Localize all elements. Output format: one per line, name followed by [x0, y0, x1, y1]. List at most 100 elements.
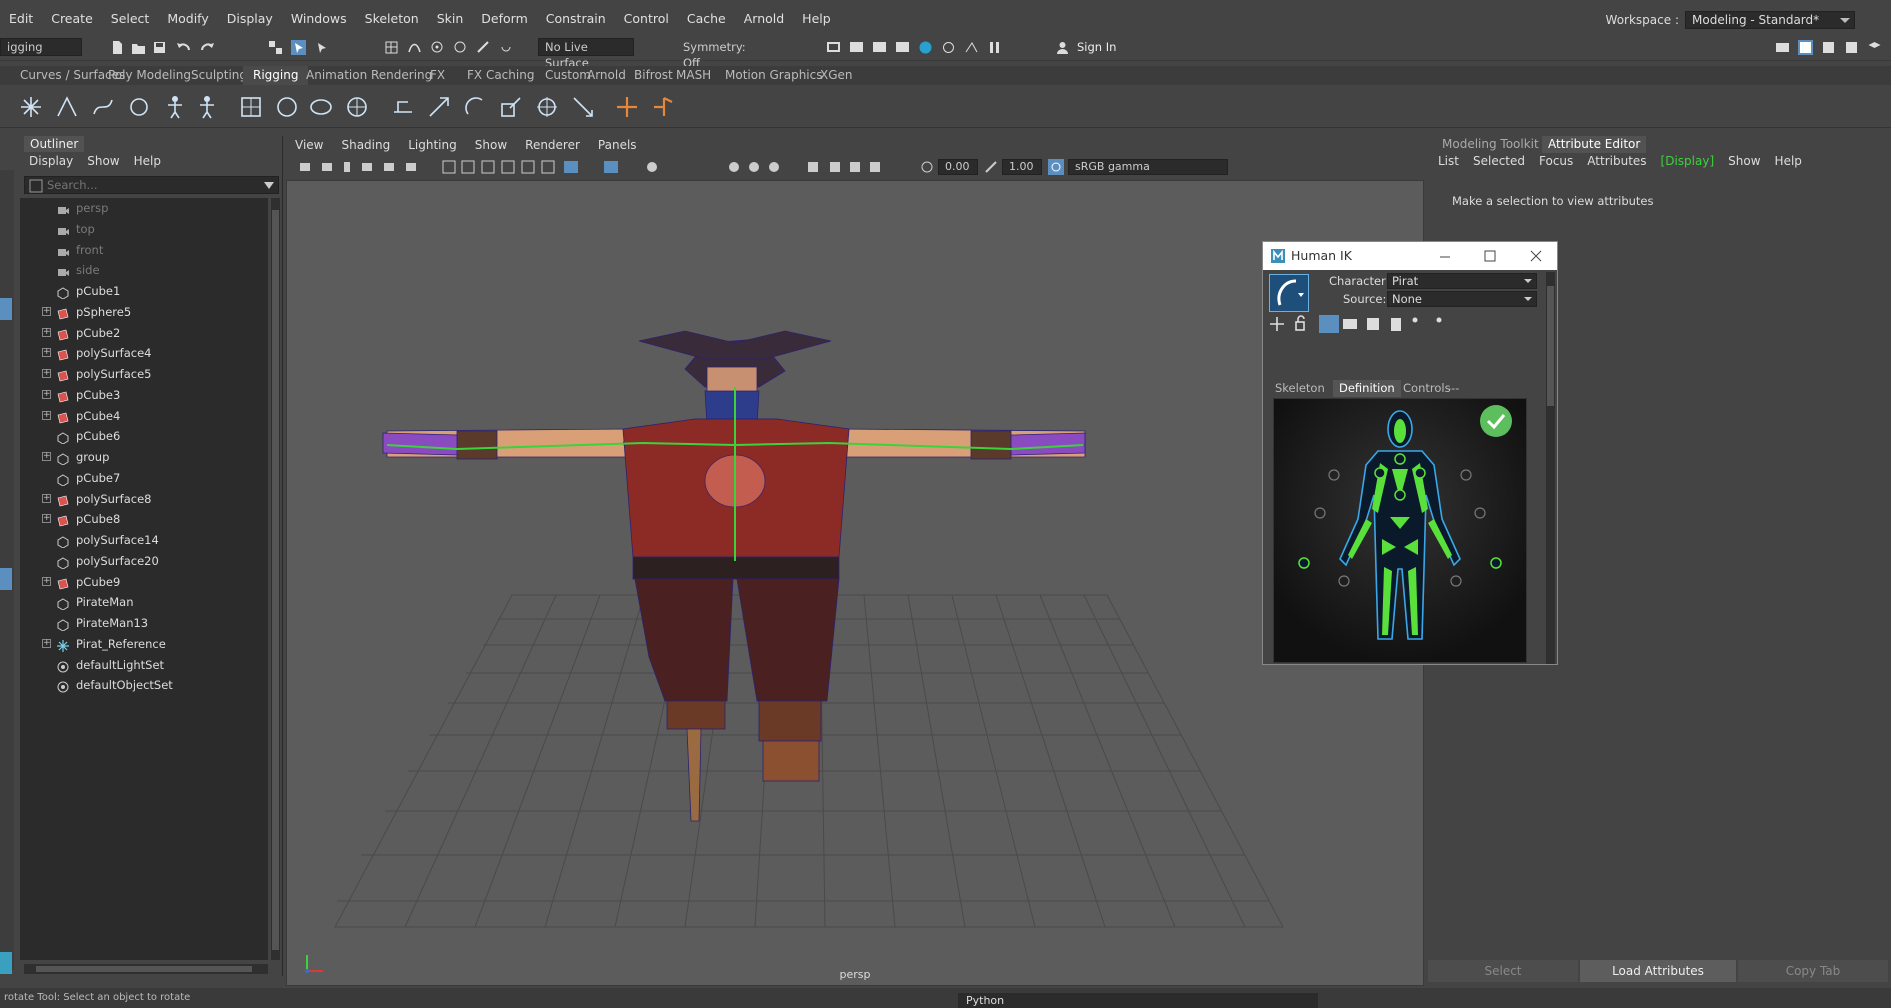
maximize-icon[interactable] [1483, 249, 1497, 263]
expand-icon[interactable]: + [42, 389, 51, 399]
outliner-item[interactable]: + pCube2 [20, 323, 268, 343]
select-by-component-icon[interactable] [314, 40, 329, 55]
show-manipulator-icon[interactable] [0, 952, 12, 974]
layer-editor-icon[interactable] [1867, 40, 1882, 55]
shelf-tab-fx[interactable]: FX [420, 66, 455, 85]
exposure-field[interactable]: 0.00 [938, 159, 978, 175]
character-dropdown[interactable]: Pirat [1387, 273, 1537, 289]
open-scene-icon[interactable] [131, 40, 146, 55]
menu-display[interactable]: Display [218, 8, 282, 30]
undo-icon[interactable] [176, 40, 191, 55]
create-joints-icon[interactable] [18, 94, 44, 120]
hik-tab-definition[interactable]: Definition [1333, 380, 1401, 397]
character-toolbar-icons[interactable] [1269, 314, 1469, 334]
viewport-menu-shading[interactable]: Shading [332, 136, 399, 154]
menu-create[interactable]: Create [42, 8, 102, 30]
outliner-item[interactable]: + pCube3 [20, 385, 268, 405]
rotate-tool-icon[interactable] [0, 568, 12, 590]
menu-deform[interactable]: Deform [472, 8, 536, 30]
ae-tab-attribute-editor[interactable]: Attribute Editor [1542, 136, 1647, 153]
ae-menu-selected[interactable]: Selected [1473, 154, 1525, 168]
outliner-item[interactable]: defaultLightSet [20, 655, 268, 675]
expand-icon[interactable]: + [42, 327, 51, 337]
outliner-item[interactable]: PirateMan [20, 592, 268, 612]
viewport-menu-view[interactable]: View [286, 136, 332, 154]
locator-icon[interactable] [614, 94, 640, 120]
select-button[interactable]: Select [1428, 960, 1578, 982]
expand-icon[interactable]: + [42, 576, 51, 586]
minimize-icon[interactable] [1438, 250, 1452, 264]
hik-tab-skeleton[interactable]: Skeleton [1269, 380, 1331, 397]
hik-tab-more[interactable]: --- [1441, 380, 1465, 397]
isolate-toggles-icon[interactable] [726, 159, 886, 175]
menu-constrain[interactable]: Constrain [537, 8, 615, 30]
outliner-menu-show[interactable]: Show [87, 154, 119, 168]
snap-to-grid-icon[interactable] [384, 40, 399, 55]
user-icon[interactable] [1055, 40, 1070, 55]
ae-menu-focus[interactable]: Focus [1539, 154, 1573, 168]
ae-menu-help[interactable]: Help [1775, 154, 1802, 168]
menu-set-dropdown[interactable]: igging [0, 38, 82, 56]
outliner-item[interactable]: top [20, 219, 268, 239]
render-settings-icon[interactable] [826, 40, 841, 55]
ae-menu-list[interactable]: List [1438, 154, 1459, 168]
aim-constraint-icon[interactable] [534, 94, 560, 120]
shelf-tab-mash[interactable]: MASH [666, 66, 721, 85]
orient-constraint-icon[interactable] [462, 94, 488, 120]
expand-icon[interactable]: + [42, 514, 51, 524]
outliner-item[interactable]: + group [20, 447, 268, 467]
arnold-tools-icon[interactable] [964, 40, 979, 55]
outliner-item[interactable]: polySurface20 [20, 551, 268, 571]
hypershade-icon[interactable] [918, 40, 933, 55]
select-by-hierarchy-icon[interactable] [268, 40, 283, 55]
menu-skeleton[interactable]: Skeleton [356, 8, 428, 30]
render-frame-icon[interactable] [849, 40, 864, 55]
menu-arnold[interactable]: Arnold [735, 8, 793, 30]
sign-in-button[interactable]: Sign In [1070, 38, 1172, 56]
ae-menu-attributes[interactable]: Attributes [1587, 154, 1646, 168]
close-icon[interactable] [1529, 249, 1543, 263]
menu-control[interactable]: Control [615, 8, 678, 30]
menu-cache[interactable]: Cache [678, 8, 735, 30]
expand-icon[interactable]: + [42, 638, 51, 648]
outliner-menu-help[interactable]: Help [134, 154, 161, 168]
menu-select[interactable]: Select [102, 8, 159, 30]
live-surface-field[interactable]: No Live Surface [538, 38, 634, 70]
quick-rig-icon[interactable] [162, 94, 188, 120]
shelf-tab-xgen[interactable]: XGen [810, 66, 863, 85]
ik-spline-icon[interactable] [90, 94, 116, 120]
outliner-item[interactable]: + polySurface5 [20, 364, 268, 384]
make-live-icon[interactable] [476, 40, 491, 55]
outliner-item[interactable]: + Pirat_Reference [20, 634, 268, 654]
expand-icon[interactable]: + [42, 452, 51, 461]
pole-vector-icon[interactable] [570, 94, 596, 120]
viewport-menu-renderer[interactable]: Renderer [516, 136, 589, 154]
human-ik-scrollbar[interactable] [1546, 272, 1555, 664]
copy-tab-button[interactable]: Copy Tab [1738, 960, 1888, 982]
chevron-down-icon[interactable] [264, 182, 274, 189]
ae-menu-display[interactable]: [Display] [1661, 154, 1715, 168]
expand-icon[interactable]: + [42, 410, 51, 420]
script-language-tab[interactable]: Python [966, 994, 1004, 1007]
snap-to-curve-icon[interactable] [407, 40, 422, 55]
ik-handle-icon[interactable] [54, 94, 80, 120]
display-toggles-icon[interactable] [442, 159, 722, 175]
outliner-item[interactable]: + pSphere5 [20, 302, 268, 322]
outliner-item[interactable]: pCube7 [20, 468, 268, 488]
human-ik-icon[interactable] [194, 94, 220, 120]
outliner-item[interactable]: + polySurface4 [20, 343, 268, 363]
expand-icon[interactable]: + [42, 493, 51, 503]
outliner-item[interactable]: persp [20, 198, 268, 218]
character-thumbnail[interactable] [1269, 274, 1309, 312]
menu-edit[interactable]: Edit [0, 8, 42, 30]
outliner-item[interactable]: + polySurface8 [20, 489, 268, 509]
outliner-item[interactable]: + pCube8 [20, 509, 268, 529]
gamma-field[interactable]: 1.00 [1002, 159, 1042, 175]
outliner-menu-display[interactable]: Display [29, 154, 73, 168]
menu-modify[interactable]: Modify [158, 8, 217, 30]
expand-icon[interactable]: + [42, 306, 51, 316]
paint-weights-icon[interactable] [274, 94, 300, 120]
modeling-toolkit-icon[interactable] [1775, 40, 1790, 55]
workspace-dropdown[interactable]: Modeling - Standard* [1685, 11, 1855, 29]
menu-windows[interactable]: Windows [282, 8, 356, 30]
